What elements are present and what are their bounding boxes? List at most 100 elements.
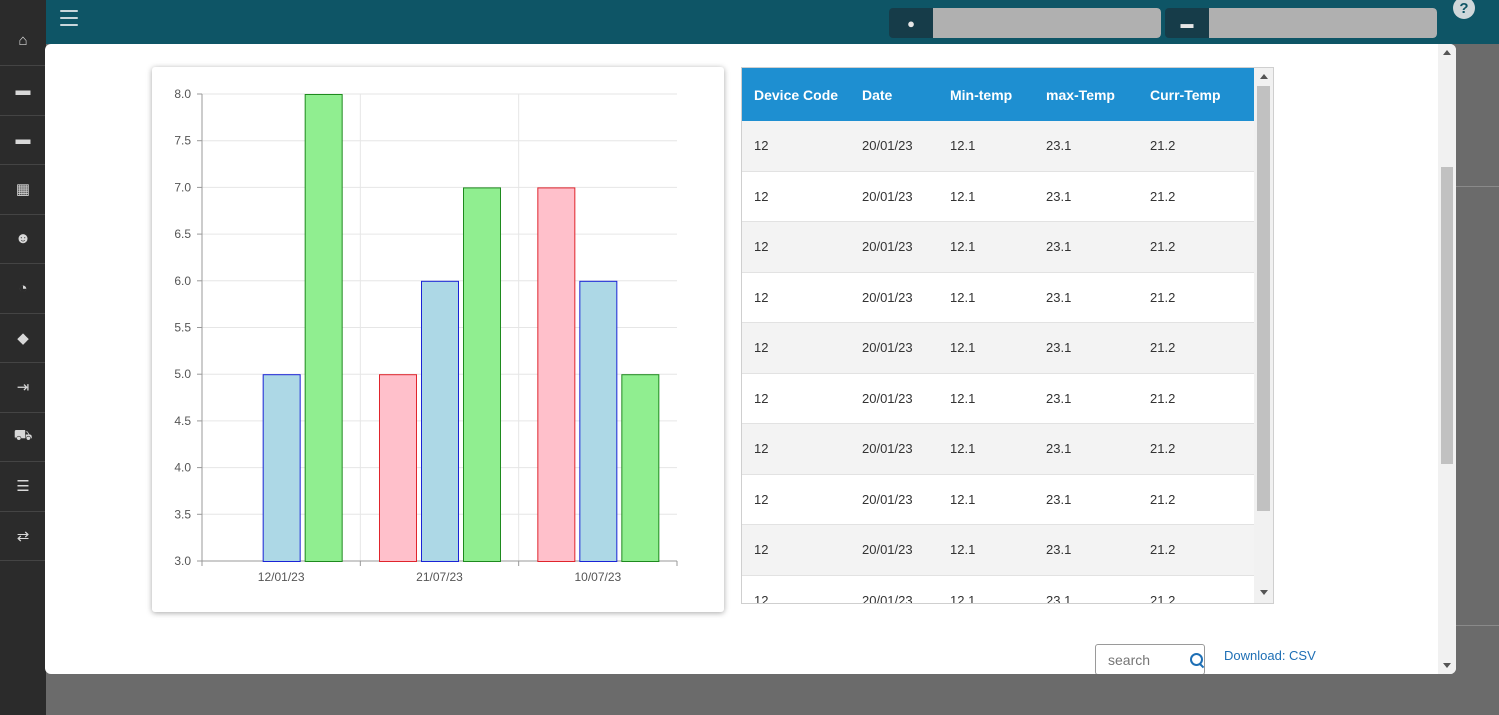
- table-cell: 12.1: [950, 188, 976, 204]
- table-cell: 12: [754, 239, 769, 255]
- table-cell: 12.1: [950, 542, 976, 558]
- exchange-icon: ⇄: [16, 527, 30, 545]
- table-row: 12 20/01/23 12.1 23.1 21.2: [742, 222, 1255, 273]
- temperature-table: Device Code Date Min-temp max-Temp Curr-Temp…: [741, 67, 1274, 604]
- sidebar-item-3[interactable]: ▦: [0, 165, 46, 215]
- background-panel: [1455, 186, 1499, 626]
- modal-scroll-up-icon[interactable]: [1443, 50, 1451, 55]
- sidebar-item-10[interactable]: ⇄: [0, 512, 46, 561]
- search-icon[interactable]: [1190, 652, 1204, 667]
- bar[interactable]: [262, 374, 301, 563]
- user-settings-icon: ☻: [15, 230, 31, 248]
- table-row: 12 20/01/23 12.1 23.1 21.2: [742, 121, 1255, 172]
- column-header[interactable]: Device Code: [742, 87, 862, 103]
- table-cell: 21.2: [1150, 340, 1176, 356]
- scroll-up-icon[interactable]: [1260, 74, 1268, 79]
- table-row: 12 20/01/23 12.1 23.1 21.2: [742, 525, 1255, 576]
- column-header[interactable]: Date: [862, 87, 950, 103]
- sidebar-item-5[interactable]: ◔: [0, 264, 46, 314]
- table-header: Device Code Date Min-temp max-Temp Curr-Temp: [742, 68, 1255, 121]
- user-field[interactable]: [933, 8, 1161, 38]
- modal-scroll-thumb[interactable]: [1441, 167, 1453, 464]
- user-selector[interactable]: ●: [889, 8, 1161, 38]
- x-tick-label: 12/01/23: [258, 570, 305, 584]
- table-cell: 23.1: [1046, 592, 1072, 604]
- y-tick-label: 6.0: [174, 274, 191, 288]
- table-cell: 21.2: [1150, 188, 1176, 204]
- table-cell: 12: [754, 138, 769, 154]
- bar[interactable]: [304, 94, 343, 562]
- table-cell: 21.2: [1150, 441, 1176, 457]
- sidebar-item-4[interactable]: ☻: [0, 215, 46, 264]
- x-tick-label: 10/07/23: [574, 570, 621, 584]
- table-cell: 21.2: [1150, 138, 1176, 154]
- table-cell: 20/01/23: [862, 340, 913, 356]
- table-cell: 12: [754, 592, 769, 604]
- table-row: 12 20/01/23 12.1 23.1 21.2: [742, 474, 1255, 525]
- table-cell: 12.1: [950, 390, 976, 406]
- table-cell: 12: [754, 390, 769, 406]
- modal-scroll-down-icon[interactable]: [1443, 663, 1451, 668]
- y-tick-label: 5.5: [174, 321, 191, 335]
- table-cell: 21.2: [1150, 491, 1176, 507]
- warehouse-field[interactable]: [1209, 8, 1437, 38]
- table-cell: 12: [754, 441, 769, 457]
- table-cell: 21.2: [1150, 239, 1176, 255]
- cart-icon: ⛟: [13, 427, 33, 445]
- table-cell: 12.1: [950, 289, 976, 305]
- table-cell: 23.1: [1046, 441, 1072, 457]
- y-tick-label: 4.0: [174, 461, 191, 475]
- column-header[interactable]: Min-temp: [950, 87, 1046, 103]
- table-cell: 20/01/23: [862, 592, 913, 604]
- y-tick-label: 5.0: [174, 367, 191, 381]
- table-cell: 12: [754, 491, 769, 507]
- sidebar-item-9[interactable]: ☰: [0, 462, 46, 512]
- table-cell: 12: [754, 289, 769, 305]
- table-cell: 12.1: [950, 138, 976, 154]
- x-tick-label: 21/07/23: [416, 570, 463, 584]
- bar-chart: 3.0 3.5 4.0 4.5 5.0 5.5 6.0 6.5 7.0 7.5 8.0 12/01/2…: [174, 87, 678, 584]
- column-header[interactable]: Curr-Temp: [1150, 87, 1255, 103]
- table-cell: 20/01/23: [862, 441, 913, 457]
- download-csv-link[interactable]: Download: CSV: [1224, 648, 1316, 663]
- sidebar-item-6[interactable]: ◆: [0, 314, 46, 363]
- table-cell: 23.1: [1046, 340, 1072, 356]
- sidebar-item-7[interactable]: ⇥: [0, 363, 46, 413]
- warehouse-selector[interactable]: ▬: [1165, 8, 1437, 38]
- bar[interactable]: [621, 374, 660, 563]
- y-tick-label: 6.5: [174, 227, 191, 241]
- search-box[interactable]: [1095, 644, 1205, 674]
- search-input[interactable]: [1108, 651, 1184, 668]
- y-tick-label: 8.0: [174, 87, 191, 101]
- modal-scrollbar[interactable]: [1438, 44, 1456, 674]
- table-cell: 12.1: [950, 592, 976, 604]
- table-cell: 12.1: [950, 340, 976, 356]
- table-row: 12 20/01/23 12.1 23.1 21.2: [742, 272, 1255, 323]
- table-row: 12 20/01/23 12.1 23.1 21.2: [742, 424, 1255, 475]
- sidebar-item-2[interactable]: ▬: [0, 116, 46, 165]
- warehouse-icon: ▬: [1165, 8, 1209, 38]
- sidebar-item-1[interactable]: ▬: [0, 66, 46, 116]
- boxes-icon: ▦: [15, 181, 31, 199]
- table-cell: 21.2: [1150, 592, 1176, 604]
- y-tick-label: 7.0: [174, 180, 191, 194]
- bar[interactable]: [537, 187, 576, 563]
- download-csv[interactable]: Download: CSV: [1224, 648, 1316, 663]
- table-scroll-thumb[interactable]: [1257, 86, 1270, 511]
- help-icon[interactable]: ?: [1453, 0, 1475, 19]
- sidebar-item-8[interactable]: ⛟: [0, 413, 46, 462]
- column-header[interactable]: max-Temp: [1046, 87, 1150, 103]
- table-cell: 21.2: [1150, 289, 1176, 305]
- table-scrollbar[interactable]: [1254, 68, 1273, 603]
- table-cell: 23.1: [1046, 188, 1072, 204]
- bar[interactable]: [463, 187, 501, 563]
- menu-icon[interactable]: [60, 10, 78, 26]
- bar[interactable]: [421, 280, 459, 563]
- table-cell: 20/01/23: [862, 491, 913, 507]
- scroll-down-icon[interactable]: [1260, 590, 1268, 595]
- table-cell: 12.1: [950, 239, 976, 255]
- sidebar-item-0[interactable]: ⌂: [0, 0, 46, 66]
- bar[interactable]: [379, 374, 417, 563]
- table-cell: 23.1: [1046, 239, 1072, 255]
- bar[interactable]: [579, 280, 618, 563]
